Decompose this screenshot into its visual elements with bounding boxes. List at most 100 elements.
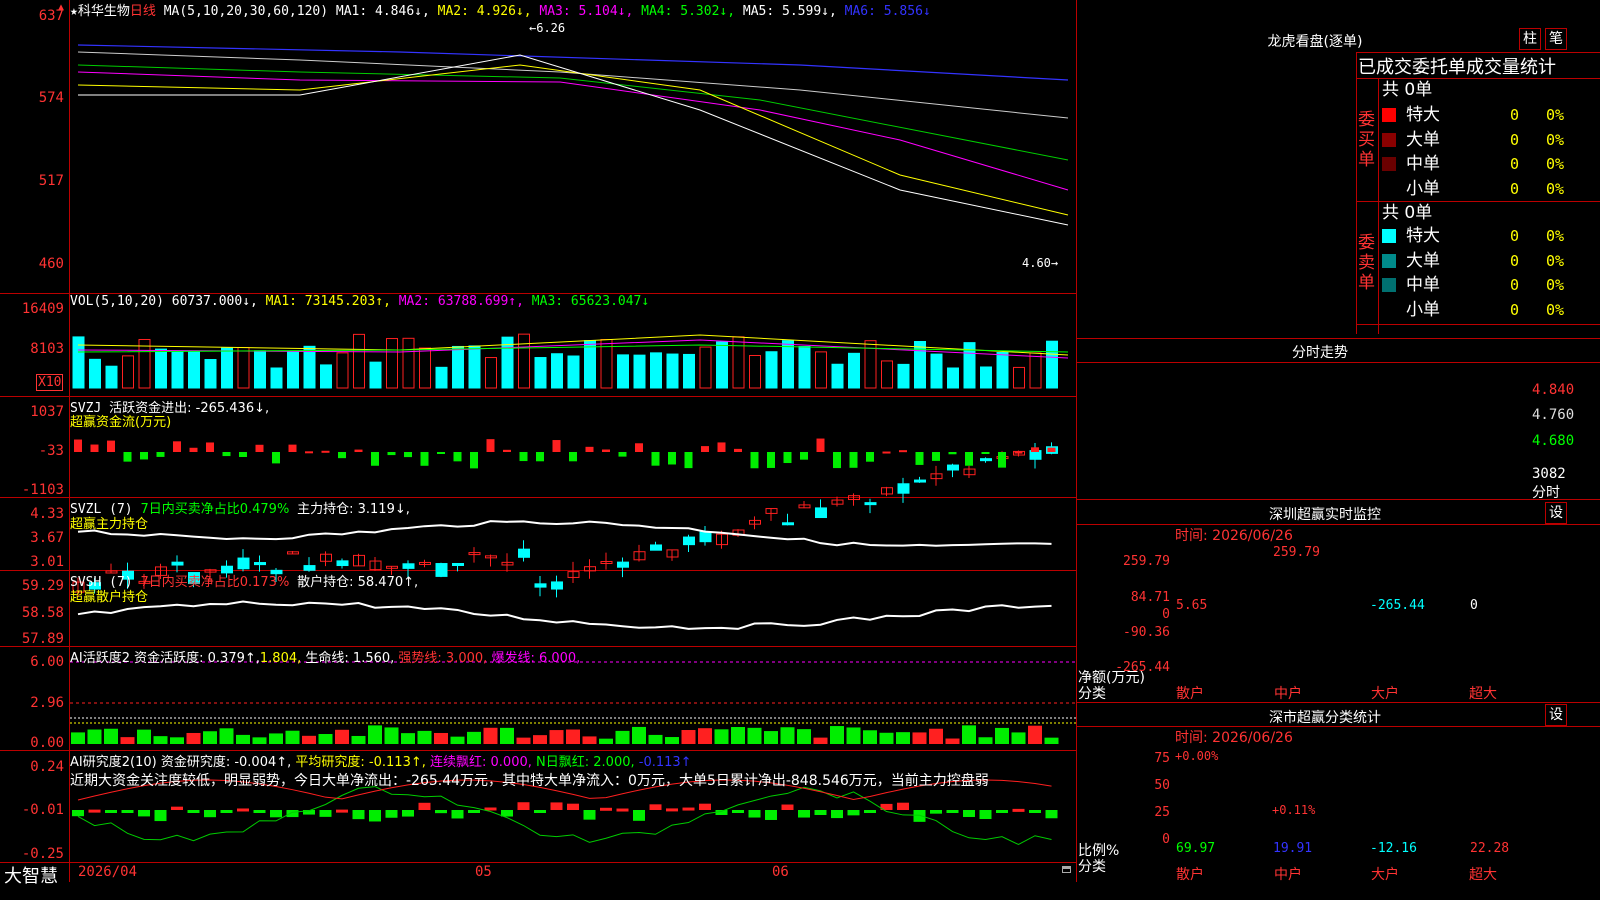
sz-class-settings-button[interactable]: 设 bbox=[1545, 704, 1567, 726]
buy-swatch-0 bbox=[1382, 108, 1396, 122]
svzj-bar bbox=[338, 452, 346, 459]
svzj-bar bbox=[486, 439, 495, 452]
ai1-bar bbox=[368, 725, 382, 744]
candle-body bbox=[864, 502, 877, 506]
svzj-bar bbox=[272, 452, 280, 464]
svzj-bar bbox=[536, 452, 544, 462]
svzj-bar bbox=[998, 452, 1006, 468]
period-label[interactable]: 日线 bbox=[130, 4, 156, 19]
svzj-bar bbox=[371, 452, 379, 466]
ai2-bar bbox=[385, 810, 398, 818]
vol-bar bbox=[386, 338, 398, 389]
candle-body bbox=[683, 536, 695, 546]
ai1-bar bbox=[929, 728, 943, 744]
ai1-bar bbox=[269, 733, 283, 744]
ai1-bar bbox=[120, 737, 135, 744]
vol-bar bbox=[699, 346, 712, 389]
ai1-b: 1.804, bbox=[259, 651, 302, 666]
vol-header: VOL(5,10,20) 60737.000↓, MA1: 73145.203↑… bbox=[70, 294, 649, 309]
tick-mode-button[interactable]: 笔 bbox=[1545, 28, 1567, 50]
ai1-lifeline: 生命线: 1.560, bbox=[305, 651, 395, 666]
price-high-label: ←6.26 bbox=[529, 21, 566, 35]
sell-name-1: 大单 bbox=[1406, 250, 1440, 271]
vol-bar bbox=[716, 341, 728, 389]
ai1-bar bbox=[417, 730, 432, 744]
svzj-bar bbox=[420, 452, 429, 466]
vol-bar bbox=[369, 361, 382, 389]
ai2-bar bbox=[88, 809, 101, 813]
vol-bar bbox=[254, 350, 266, 389]
ai2-bar bbox=[567, 803, 579, 810]
ai1-bar bbox=[153, 736, 168, 744]
sz-axis-3: 0 bbox=[1162, 607, 1170, 622]
lock-icon[interactable] bbox=[1062, 866, 1071, 873]
ai2-label: AI研究度2(10) bbox=[70, 755, 157, 770]
szc-axis-50: 50 bbox=[1154, 778, 1170, 793]
ai1-axis-bot: 0.00 bbox=[30, 735, 64, 751]
ai1-label: AI活跃度2 bbox=[70, 651, 130, 666]
ai2-bar bbox=[121, 810, 134, 813]
ai2-bar bbox=[682, 807, 695, 811]
sz-cat-mid: 中户 bbox=[1274, 686, 1302, 702]
vol-bar bbox=[221, 347, 233, 389]
svzj-bar bbox=[437, 452, 445, 454]
sell-value-1: 0 bbox=[1510, 251, 1520, 270]
vol-bar bbox=[650, 352, 662, 389]
svzj-bar bbox=[965, 452, 973, 466]
main-chart-canvas[interactable] bbox=[0, 0, 1076, 882]
buy-total: 共 0单 bbox=[1382, 80, 1433, 100]
svzj-bar bbox=[321, 450, 330, 453]
sell-value-3: 0 bbox=[1510, 300, 1520, 319]
vol-bar bbox=[617, 354, 629, 389]
vol-bar bbox=[831, 363, 844, 389]
ai2-bar bbox=[435, 810, 447, 814]
stock-name[interactable]: 科华生物 bbox=[78, 4, 130, 19]
ai2-line bbox=[77, 786, 1052, 846]
ai1-bar bbox=[714, 729, 729, 744]
sz-monitor-settings-button[interactable]: 设 bbox=[1545, 502, 1567, 524]
ai2-bar bbox=[1029, 810, 1041, 813]
sell-pct-2: 0% bbox=[1546, 276, 1565, 294]
szc-top-mid: +0.11% bbox=[1272, 803, 1316, 817]
star-icon[interactable]: ★ bbox=[70, 4, 78, 19]
svzj-bar bbox=[717, 442, 726, 452]
ai2-bar bbox=[732, 810, 744, 813]
ai2-axis-bot: -0.25 bbox=[21, 846, 64, 862]
ai1-bar bbox=[764, 731, 778, 744]
sell-side-label: 委卖单 bbox=[1358, 233, 1375, 293]
ai2-bar bbox=[765, 810, 777, 820]
ai2-bar bbox=[748, 810, 761, 818]
ai2-bar bbox=[979, 810, 992, 820]
svzj-bar bbox=[189, 447, 198, 452]
svzj-bar bbox=[387, 452, 396, 456]
vol-bar bbox=[782, 340, 794, 389]
longhu-divider-bot bbox=[1356, 324, 1600, 325]
ai2-bar bbox=[831, 810, 843, 819]
svzj-bar bbox=[816, 438, 825, 452]
ai1-bar bbox=[648, 734, 663, 744]
ai1-bar bbox=[681, 730, 696, 744]
sz-monitor-time: 时间: 2026/06/26 bbox=[1175, 528, 1293, 544]
ai1-bar bbox=[896, 732, 910, 744]
sell-swatch-2 bbox=[1382, 278, 1396, 292]
ma-label: MA(5,10,20,30,60,120) bbox=[163, 4, 329, 19]
vol-unit-badge[interactable]: X10 bbox=[36, 374, 64, 391]
ai1-bar bbox=[71, 732, 85, 744]
vol-bar bbox=[1029, 352, 1042, 389]
longhu-left-border bbox=[1356, 52, 1357, 334]
ai2-bar bbox=[781, 804, 794, 810]
buy-value-0: 0 bbox=[1510, 106, 1520, 124]
brand-label[interactable]: 大智慧 bbox=[4, 862, 58, 888]
ai1-bar bbox=[566, 729, 580, 744]
bar-mode-button[interactable]: 柱 bbox=[1519, 28, 1541, 50]
buy-value-1: 0 bbox=[1510, 130, 1520, 149]
ai2-bar bbox=[600, 807, 612, 811]
ai2-bar bbox=[666, 808, 678, 812]
svzj-bar bbox=[833, 452, 841, 469]
fenshi-axis-2: 4.760 bbox=[1532, 407, 1575, 423]
ai2-consecutive: 连续飘红: 0.000, bbox=[430, 755, 532, 770]
vol-bar bbox=[155, 348, 167, 389]
svzj-bar bbox=[800, 452, 808, 460]
candle-body bbox=[452, 562, 464, 566]
candle-body bbox=[402, 563, 415, 569]
